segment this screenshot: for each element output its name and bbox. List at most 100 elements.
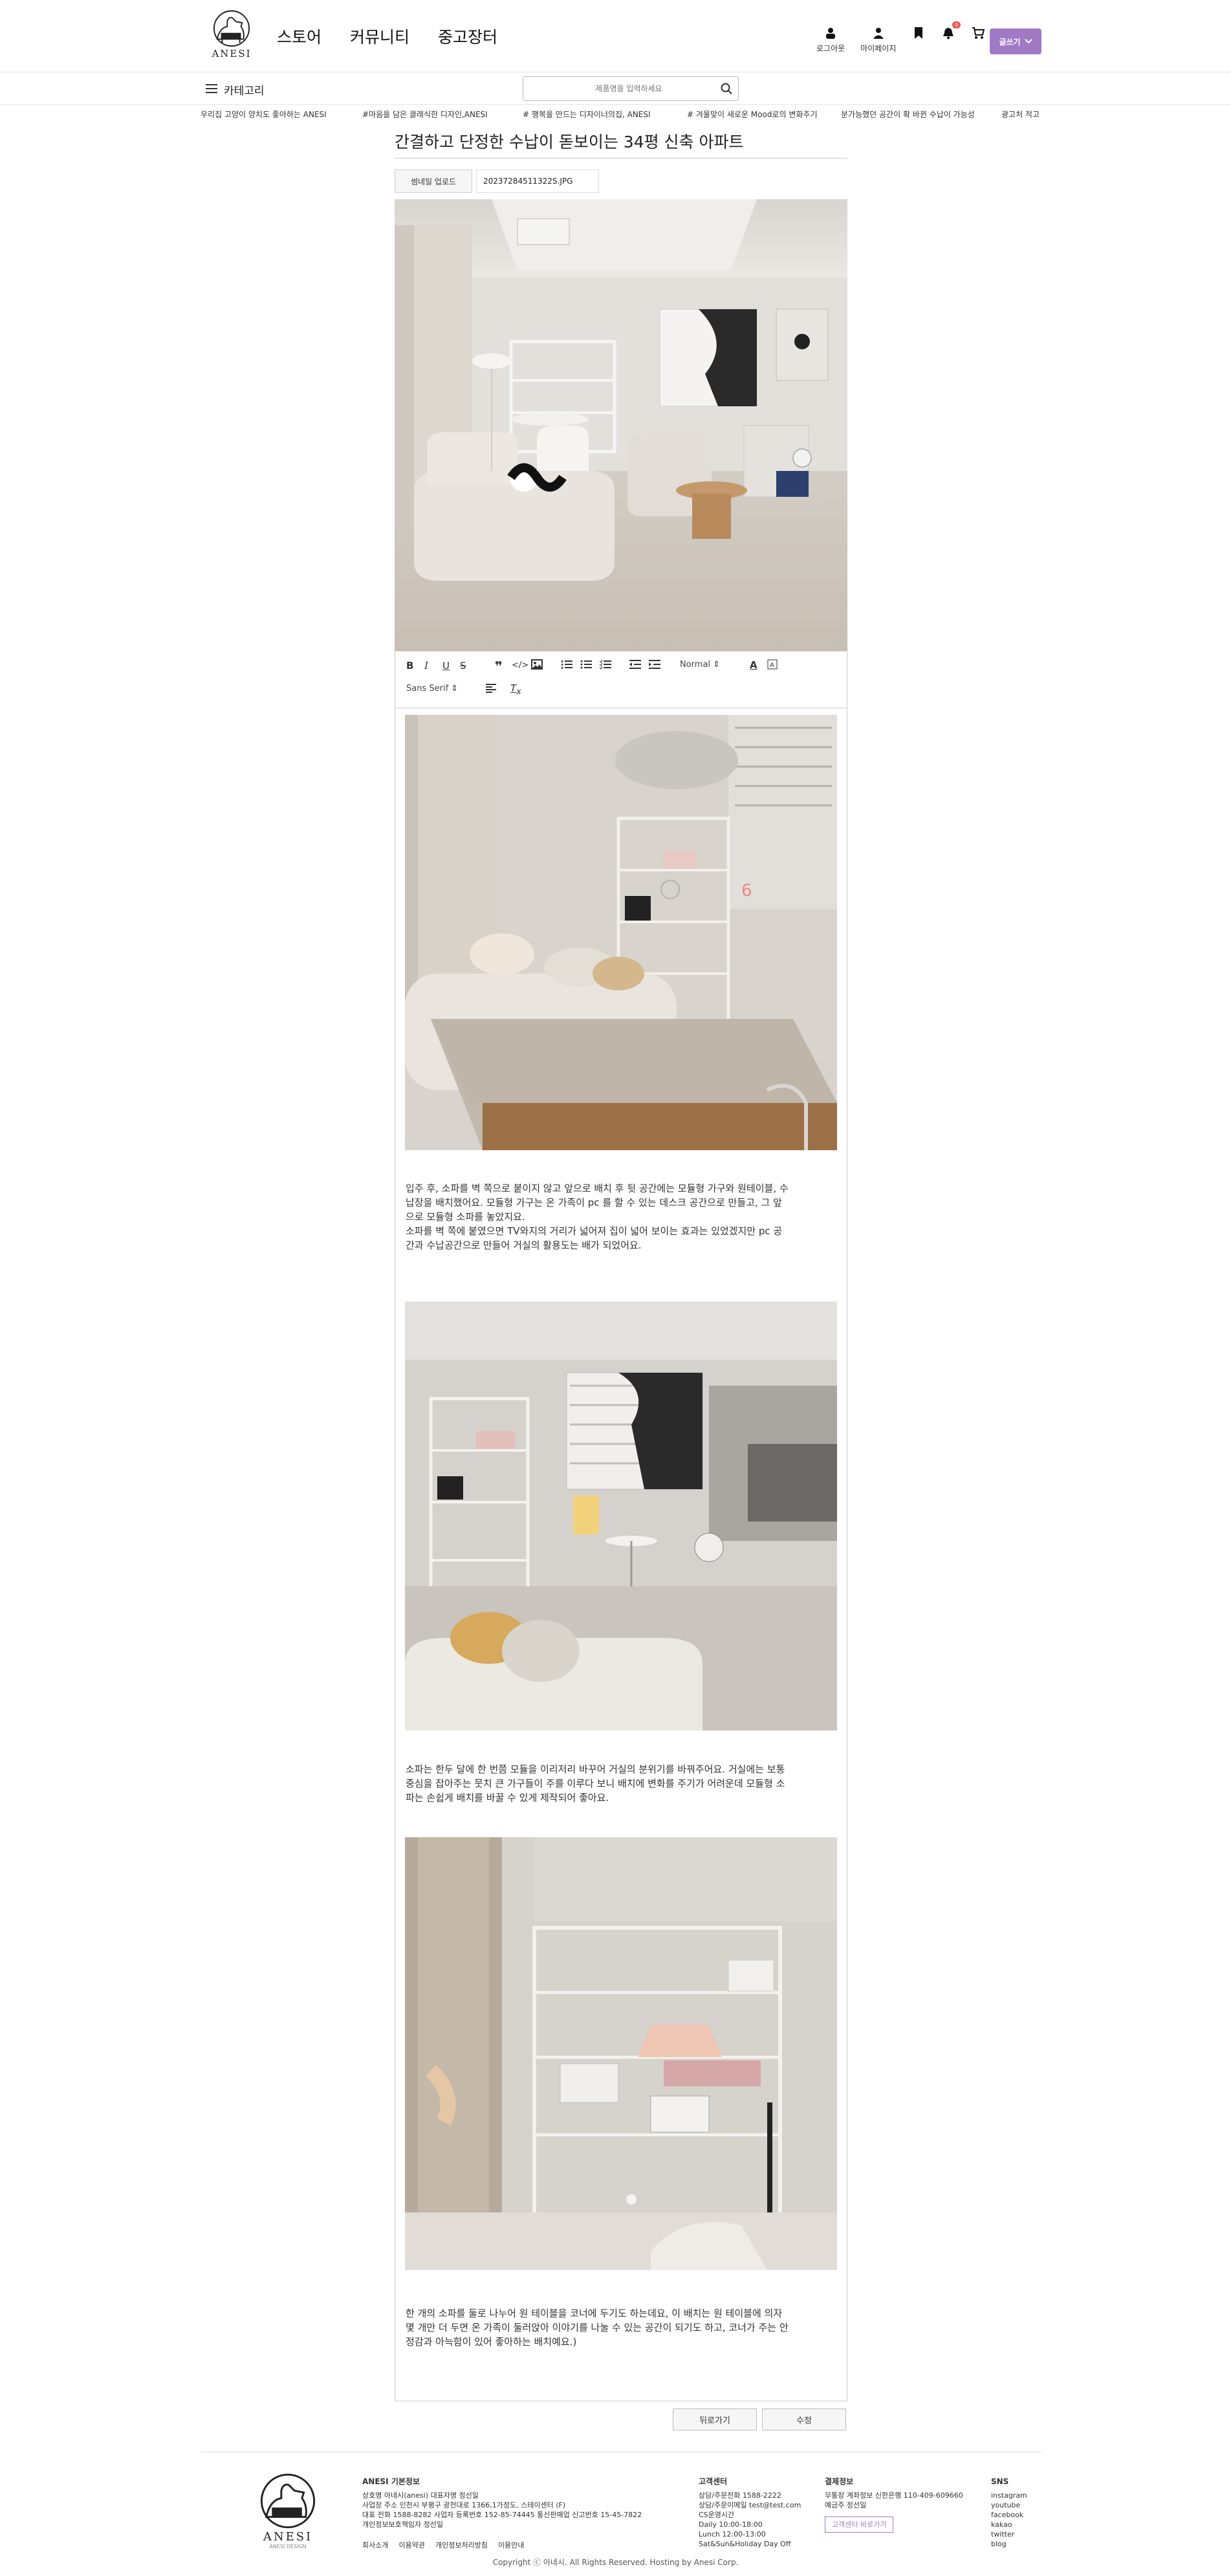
sns-link[interactable]: instagram bbox=[991, 2491, 1041, 2500]
edit-button[interactable]: 수정 bbox=[762, 2408, 846, 2430]
sns-link[interactable]: youtube bbox=[991, 2500, 1041, 2510]
site-logo[interactable]: ANESI bbox=[206, 9, 257, 60]
content-image bbox=[405, 1837, 837, 2270]
company-line: 사업장 주소 인천시 부평구 광천대로 1366,1가정도, 스테이센터 (F) bbox=[362, 2501, 566, 2509]
sns-link[interactable]: blog bbox=[991, 2539, 1041, 2549]
sns-link[interactable]: kakao bbox=[991, 2520, 1041, 2529]
text-line: 소파를 벽 쪽에 붙였으면 TV와지의 거리가 넓어져 집이 넓어 보이는 효과… bbox=[406, 1225, 783, 1237]
text-line: 몇 개만 더 두면 온 가족이 둘러앉아 이야기를 나눌 수 있는 공간이 되기… bbox=[406, 2322, 789, 2333]
cs-line: Sat&Sun&Holiday Day Off bbox=[699, 2540, 791, 2548]
text-line: 소파는 한두 달에 한 번쯤 모듈을 이리저리 바꾸어 거실의 분위기를 바꿔주… bbox=[406, 1763, 785, 1775]
sns-links: SNS instagram youtube facebook kakao twi… bbox=[991, 2477, 1041, 2549]
post-title: 간결하고 단정한 수납이 돋보이는 34평 신축 아파트 bbox=[395, 133, 744, 151]
text-line: 간과 수납공간으로 만들어 거실의 활용도는 배가 되었어요. bbox=[406, 1239, 642, 1251]
logout-link[interactable]: 로그아웃 bbox=[816, 26, 845, 54]
code-block-icon[interactable]: </> bbox=[512, 660, 528, 670]
cs-line: 상담/주문전화 1588-2222 bbox=[699, 2491, 781, 2500]
notification-link[interactable]: 0 bbox=[941, 21, 961, 40]
thumbnail-upload-button[interactable]: 썸네일 업로드 bbox=[395, 169, 472, 193]
cs-heading: 고객센터 bbox=[699, 2477, 728, 2486]
back-button[interactable]: 뒤로가기 bbox=[673, 2408, 757, 2430]
header-select[interactable]: Normal ⇕ bbox=[680, 660, 720, 670]
ticker-item[interactable]: 광고처 적고 bbox=[1001, 109, 1041, 120]
font-select[interactable]: Sans Serif ⇕ bbox=[406, 684, 458, 693]
checklist-icon[interactable] bbox=[599, 659, 611, 672]
sns-heading: SNS bbox=[991, 2477, 1009, 2486]
clear-format-icon[interactable]: Tx bbox=[510, 682, 521, 696]
customer-center-button[interactable]: 고객센터 바로가기 bbox=[825, 2516, 894, 2533]
footer-logo[interactable]: ANESI ANESI DESIGN bbox=[252, 2472, 323, 2549]
search-input[interactable] bbox=[523, 84, 715, 93]
svg-text:6: 6 bbox=[741, 881, 752, 901]
text-line: 입주 후, 소파를 벽 쪽으로 붙이지 않고 앞으로 배치 후 뒷 공간에는 모… bbox=[406, 1183, 789, 1194]
nav-used-market[interactable]: 중고장터 bbox=[438, 25, 497, 48]
footer-link[interactable]: 개인정보처리방침 bbox=[435, 2540, 488, 2550]
mypage-label: 마이페이지 bbox=[860, 44, 897, 53]
write-button-label: 글쓰기 bbox=[999, 37, 1021, 47]
ticker-item[interactable]: # 행복을 만드는 디자이너의집, ANESI bbox=[523, 109, 651, 120]
underline-icon[interactable]: U bbox=[442, 660, 450, 671]
company-line: 개인정보보호책임자 정선일 bbox=[362, 2520, 443, 2529]
ticker-item[interactable]: 우리집 고양이 양치도 좋아하는 ANESI bbox=[201, 109, 327, 120]
logout-label: 로그아웃 bbox=[816, 44, 845, 53]
paragraph-1[interactable]: 입주 후, 소파를 벽 쪽으로 붙이지 않고 앞으로 배치 후 뒷 공간에는 모… bbox=[406, 1181, 839, 1252]
mypage-link[interactable]: 마이페이지 bbox=[860, 26, 896, 54]
sub-bar: 카테고리 bbox=[0, 72, 1231, 105]
align-icon[interactable] bbox=[486, 684, 496, 695]
editor-toolbar: B I U S ❞ </> Normal ⇕ A A Sans Serif ⇕ bbox=[395, 651, 847, 708]
cs-line: CS운영시간 bbox=[699, 2511, 735, 2519]
company-info: ANESI 기본정보 상호명 아네시(anesi) 대표자명 정선일 사업장 주… bbox=[362, 2477, 673, 2529]
footer-links: 회사소개 이용약관 개인정보처리방침 이용안내 bbox=[362, 2540, 524, 2550]
bookmark-icon bbox=[911, 26, 926, 40]
footer-logo-text: ANESI bbox=[263, 2530, 313, 2544]
thumbnail-image bbox=[395, 199, 847, 651]
bullet-list-icon[interactable] bbox=[580, 659, 592, 672]
cart-icon bbox=[971, 26, 985, 40]
site-footer: ANESI ANESI DESIGN ANESI 기본정보 상호명 아네시(an… bbox=[201, 2452, 1041, 2549]
font-color-icon[interactable]: A bbox=[750, 659, 757, 671]
footer-link[interactable]: 이용약관 bbox=[398, 2540, 424, 2550]
nav-community[interactable]: 커뮤니티 bbox=[350, 25, 409, 48]
company-line: 상호명 아네시(anesi) 대표자명 정선일 bbox=[362, 2491, 479, 2500]
italic-icon[interactable]: I bbox=[424, 660, 428, 671]
blockquote-icon[interactable]: ❞ bbox=[495, 659, 503, 674]
logo-mark-icon bbox=[213, 10, 250, 47]
outdent-icon[interactable] bbox=[629, 659, 641, 672]
image-icon[interactable] bbox=[531, 659, 543, 672]
site-header: ANESI 스토어 커뮤니티 중고장터 로그아웃 마이페이지 0 글쓰기 bbox=[0, 0, 1231, 72]
hashtag-ticker: 우리집 고양이 양치도 좋아하는 ANESI #마음을 담은 클래식한 디자인,… bbox=[0, 105, 1231, 124]
pay-heading: 결제정보 bbox=[825, 2477, 854, 2486]
footer-logo-sub: ANESI DESIGN bbox=[269, 2544, 307, 2549]
paragraph-3[interactable]: 한 개의 소파를 둘로 나누어 원 테이블을 코너에 두기도 하는데요, 이 배… bbox=[406, 2306, 839, 2349]
company-line: 대표 전화 1588-8282 사업자 등록번호 152-85-74445 통신… bbox=[362, 2511, 642, 2519]
search-box bbox=[523, 76, 739, 101]
payment-info: 결제정보 무통장 계좌정보 신한은행 110-409-609660 예금주 정선… bbox=[825, 2477, 974, 2533]
paragraph-2[interactable]: 소파는 한두 달에 한 번쯤 모듈을 이리저리 바꾸어 거실의 분위기를 바꿔주… bbox=[406, 1762, 839, 1805]
background-color-icon[interactable]: A bbox=[767, 659, 778, 672]
ordered-list-icon[interactable] bbox=[561, 659, 572, 672]
post-title-field[interactable]: 간결하고 단정한 수납이 돋보이는 34평 신축 아파트 bbox=[395, 129, 847, 158]
ticker-item[interactable]: #마음을 담은 클래식한 디자인,ANESI bbox=[362, 109, 488, 120]
ticker-item[interactable]: 분가능했던 공간이 확 바뀐 수납이 가능성 bbox=[841, 109, 975, 120]
sns-link[interactable]: twitter bbox=[991, 2529, 1041, 2539]
search-icon[interactable] bbox=[715, 83, 738, 94]
nav-store[interactable]: 스토어 bbox=[277, 25, 321, 48]
indent-icon[interactable] bbox=[649, 659, 660, 672]
footer-link[interactable]: 이용안내 bbox=[498, 2540, 524, 2550]
ticker-item[interactable]: # 겨울맞이 새로운 Mood로의 변화주기 bbox=[687, 109, 818, 120]
text-line: 납장을 배치했어요. 모듈형 가구는 온 가족이 pc 를 할 수 있는 데스크… bbox=[406, 1197, 782, 1208]
category-toggle[interactable]: 카테고리 bbox=[206, 82, 265, 98]
strike-icon[interactable]: S bbox=[460, 660, 466, 671]
content-image bbox=[405, 1302, 837, 1730]
bookmark-link[interactable] bbox=[911, 26, 926, 40]
cart-link[interactable] bbox=[971, 26, 985, 40]
main-nav: 스토어 커뮤니티 중고장터 bbox=[277, 25, 497, 48]
footer-link[interactable]: 회사소개 bbox=[362, 2540, 388, 2550]
hamburger-icon bbox=[206, 83, 217, 96]
bold-icon[interactable]: B bbox=[406, 660, 413, 671]
cs-line: Lunch 12:00-13:00 bbox=[699, 2530, 766, 2538]
sns-link[interactable]: facebook bbox=[991, 2510, 1041, 2520]
logo-mark-icon bbox=[260, 2473, 316, 2529]
write-button[interactable]: 글쓰기 bbox=[990, 28, 1041, 54]
company-heading: ANESI 기본정보 bbox=[362, 2477, 420, 2486]
